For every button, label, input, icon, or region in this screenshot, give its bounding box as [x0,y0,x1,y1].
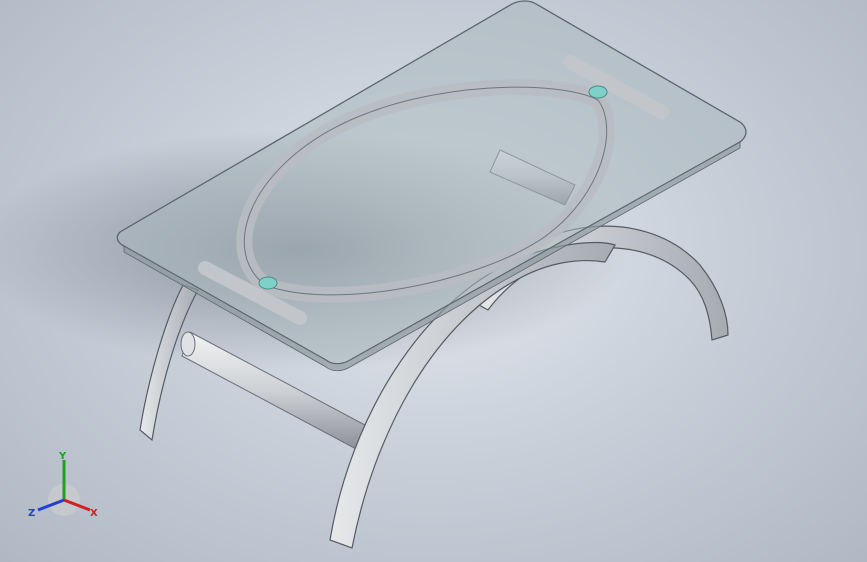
orientation-triad[interactable]: Y X Z [26,448,106,528]
triad-z-label: Z [28,508,35,519]
triad-y-label: Y [58,451,67,462]
triad-x-label: X [90,508,98,519]
model-scene[interactable] [0,0,867,562]
pivot-cap-right [588,85,608,99]
graphics-viewport[interactable]: Y X Z [0,0,867,562]
pivot-cap-left [258,276,278,290]
crossbar-end-cap [180,331,196,357]
